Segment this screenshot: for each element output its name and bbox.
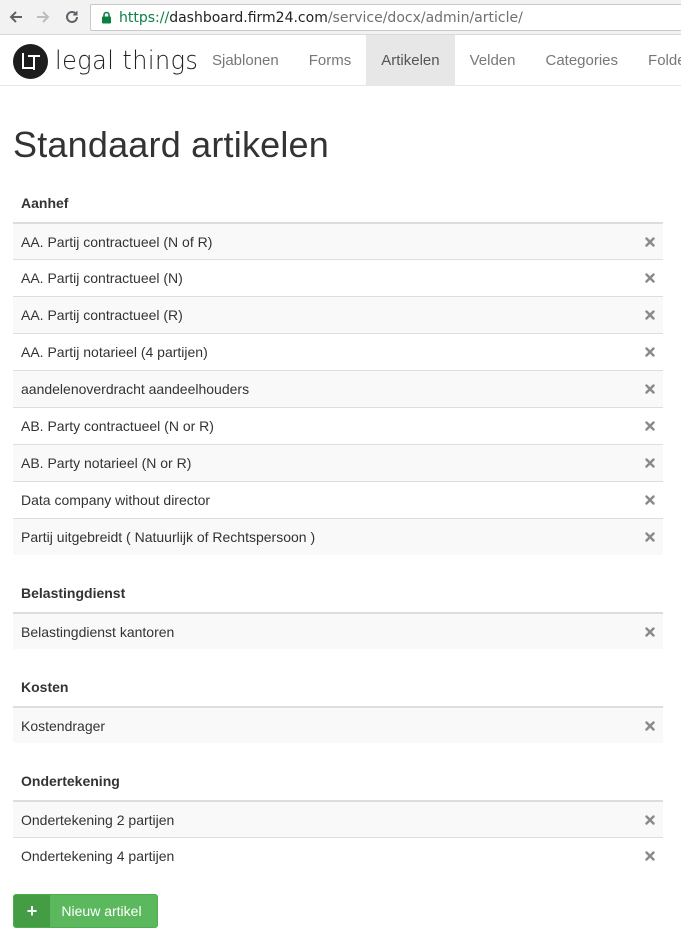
lock-icon	[99, 11, 113, 25]
browser-toolbar: https://dashboard.firm24.com/service/doc…	[0, 0, 681, 35]
article-name[interactable]: AA. Partij contractueel (N of R)	[21, 234, 212, 250]
article-name[interactable]: AA. Partij notarieel (4 partijen)	[21, 344, 208, 360]
brand-text: legal things	[55, 46, 199, 76]
section-title: Kosten	[21, 679, 69, 695]
delete-icon[interactable]	[645, 236, 655, 247]
article-name[interactable]: aandelenoverdracht aandeelhouders	[21, 381, 249, 397]
article-row[interactable]: Ondertekening 2 partijen	[13, 800, 663, 837]
article-row[interactable]: AA. Partij contractueel (N)	[13, 259, 663, 296]
article-row[interactable]: AA. Partij notarieel (4 partijen)	[13, 333, 663, 370]
article-list: Belastingdienst kantoren	[13, 612, 663, 649]
article-row[interactable]: Belastingdienst kantoren	[13, 612, 663, 649]
forward-arrow-icon[interactable]	[32, 6, 54, 28]
article-name[interactable]: AA. Partij contractueel (R)	[21, 307, 183, 323]
app-navbar: legal things Sjablonen Forms Artikelen Veld…	[0, 35, 681, 86]
plus-icon: +	[14, 895, 50, 927]
article-row[interactable]: AA. Partij contractueel (R)	[13, 296, 663, 333]
article-name[interactable]: AB. Party contractueel (N or R)	[21, 418, 214, 434]
article-name[interactable]: Ondertekening 2 partijen	[21, 812, 174, 828]
main-nav: Sjablonen Forms Artikelen Velden Categories F…	[197, 35, 681, 86]
article-row[interactable]: Kostendrager	[13, 706, 663, 743]
nav-item-velden[interactable]: Velden	[455, 35, 531, 86]
delete-icon[interactable]	[645, 851, 655, 861]
address-bar[interactable]: https://dashboard.firm24.com/service/doc…	[90, 4, 681, 31]
article-row[interactable]: Partij uitgebreidt ( Natuurlijk of Recht…	[13, 518, 663, 555]
back-arrow-icon[interactable]	[5, 6, 27, 28]
delete-icon[interactable]	[645, 347, 655, 357]
article-list: AA. Partij contractueel (N of R) AA. Part…	[13, 222, 663, 555]
section-title: Belastingdienst	[21, 585, 126, 601]
delete-icon[interactable]	[645, 458, 655, 468]
article-list: Ondertekening 2 partijen Ondertekening 4 …	[13, 800, 663, 874]
article-row[interactable]: Ondertekening 4 partijen	[13, 837, 663, 874]
article-name[interactable]: Partij uitgebreidt ( Natuurlijk of Recht…	[21, 529, 315, 545]
article-row[interactable]: aandelenoverdracht aandeelhouders	[13, 370, 663, 407]
nav-item-categories[interactable]: Categories	[530, 35, 633, 86]
new-article-label: Nieuw artikel	[61, 903, 142, 919]
article-list: Kostendrager	[13, 706, 663, 743]
article-name[interactable]: AB. Party notarieel (N or R)	[21, 455, 191, 471]
article-row[interactable]: AB. Party contractueel (N or R)	[13, 407, 663, 444]
delete-icon[interactable]	[645, 384, 655, 394]
nav-item-folders[interactable]: Folders	[633, 35, 681, 86]
section-title: Ondertekening	[21, 773, 120, 789]
nav-item-artikelen[interactable]: Artikelen	[366, 35, 455, 86]
article-row[interactable]: Data company without director	[13, 481, 663, 518]
url-text: https://dashboard.firm24.com/service/doc…	[119, 9, 523, 26]
article-row[interactable]: AB. Party notarieel (N or R)	[13, 444, 663, 481]
nav-item-sjablonen[interactable]: Sjablonen	[197, 35, 294, 86]
delete-icon[interactable]	[645, 532, 655, 542]
article-name[interactable]: Kostendrager	[21, 718, 105, 734]
page-title: Standaard artikelen	[13, 124, 330, 165]
brand-logo[interactable]: legal things	[13, 43, 211, 79]
delete-icon[interactable]	[645, 626, 655, 637]
reload-icon[interactable]	[61, 6, 83, 28]
nav-item-forms[interactable]: Forms	[294, 35, 367, 86]
legal-things-logo-icon	[13, 43, 48, 79]
delete-icon[interactable]	[645, 495, 655, 505]
article-name[interactable]: Ondertekening 4 partijen	[21, 848, 174, 864]
article-name[interactable]: AA. Partij contractueel (N)	[21, 270, 183, 286]
new-article-button[interactable]: + Nieuw artikel	[13, 894, 158, 928]
section-title: Aanhef	[21, 195, 69, 211]
delete-icon[interactable]	[645, 720, 655, 731]
article-name[interactable]: Belastingdienst kantoren	[21, 624, 174, 640]
delete-icon[interactable]	[645, 421, 655, 431]
delete-icon[interactable]	[645, 310, 655, 320]
delete-icon[interactable]	[645, 814, 655, 825]
article-name[interactable]: Data company without director	[21, 492, 210, 508]
article-row[interactable]: AA. Partij contractueel (N of R)	[13, 222, 663, 259]
delete-icon[interactable]	[645, 273, 655, 283]
